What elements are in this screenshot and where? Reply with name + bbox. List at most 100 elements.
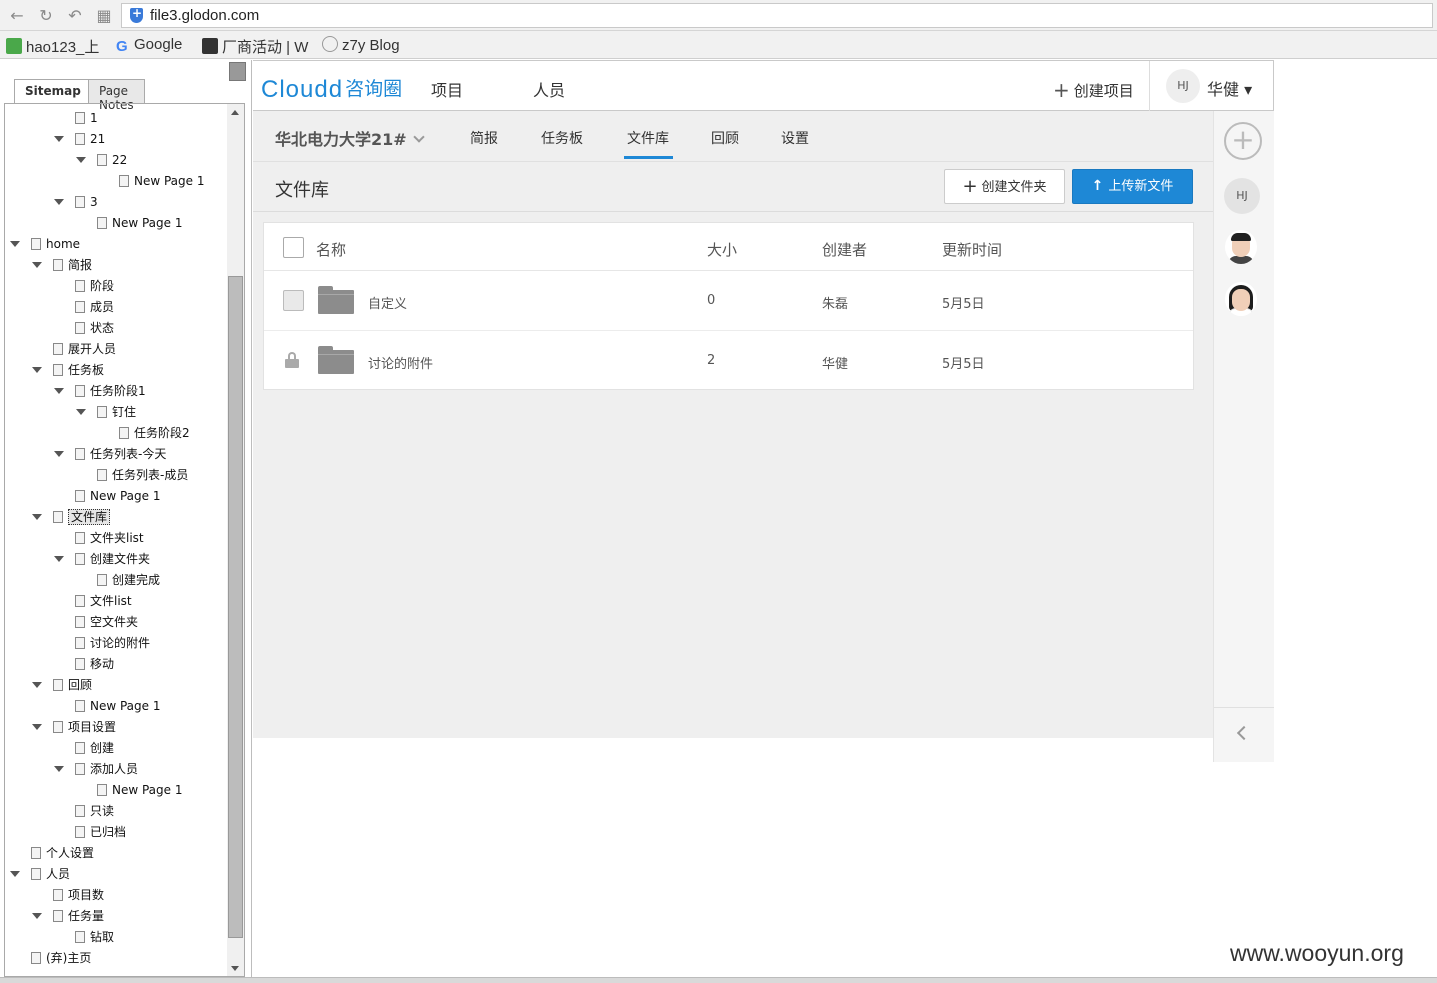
create-project-button[interactable]: + 创建项目	[1053, 78, 1134, 102]
expand-triangle-icon[interactable]	[54, 199, 64, 205]
tab-sitemap[interactable]: Sitemap	[14, 79, 92, 104]
sitemap-node[interactable]: 已归档	[75, 822, 126, 842]
sitemap-node[interactable]: 钉住	[76, 402, 136, 422]
column-header-size[interactable]: 大小	[707, 239, 737, 260]
sitemap-node[interactable]: New Page 1	[75, 486, 161, 506]
sitemap-node[interactable]: 文件库	[32, 507, 111, 527]
select-all-checkbox[interactable]	[283, 237, 304, 258]
sitemap-node[interactable]: 成员	[75, 297, 114, 317]
sitemap-node[interactable]: (弃)主页	[31, 948, 91, 968]
chevron-left-icon[interactable]	[1236, 725, 1252, 741]
sitemap-node[interactable]: 移动	[75, 654, 114, 674]
sitemap-node[interactable]: 任务列表-今天	[54, 444, 166, 464]
expand-triangle-icon[interactable]	[54, 766, 64, 772]
sitemap-node[interactable]: 创建完成	[97, 570, 160, 590]
scroll-up-icon[interactable]	[231, 110, 239, 115]
sitemap-node[interactable]: New Page 1	[119, 171, 205, 191]
expand-triangle-icon[interactable]	[32, 514, 42, 520]
tab-page-notes[interactable]: Page Notes	[88, 79, 145, 112]
add-member-button[interactable]: +	[1224, 122, 1262, 160]
bookmark-hao123[interactable]: hao123_上	[6, 36, 99, 57]
upload-file-button[interactable]: ↑ 上传新文件	[1072, 169, 1193, 204]
expand-triangle-icon[interactable]	[32, 682, 42, 688]
bookmark-google[interactable]: G Google	[116, 36, 182, 55]
expand-triangle-icon[interactable]	[32, 724, 42, 730]
user-menu[interactable]: HJ 华健 ▾	[1149, 61, 1274, 111]
project-selector[interactable]: 华北电力大学21#	[275, 126, 425, 150]
sitemap-node[interactable]: 项目设置	[32, 717, 116, 737]
tab-brief[interactable]: 简报	[470, 128, 498, 148]
sitemap-node[interactable]: 任务列表-成员	[97, 465, 188, 485]
sitemap-node[interactable]: 任务阶段2	[119, 423, 190, 443]
collapse-panel-button[interactable]	[229, 62, 246, 81]
sitemap-node[interactable]: 空文件夹	[75, 612, 138, 632]
expand-triangle-icon[interactable]	[10, 871, 20, 877]
tab-settings[interactable]: 设置	[781, 128, 809, 148]
sitemap-node[interactable]: 阶段	[75, 276, 114, 296]
sitemap-node[interactable]: New Page 1	[97, 780, 183, 800]
sitemap-node[interactable]: 个人设置	[31, 843, 94, 863]
sitemap-node[interactable]: 1	[75, 108, 98, 128]
expand-triangle-icon[interactable]	[32, 913, 42, 919]
sitemap-node[interactable]: 文件夹list	[75, 528, 144, 548]
expand-triangle-icon[interactable]	[10, 241, 20, 247]
sitemap-node[interactable]: New Page 1	[75, 696, 161, 716]
sitemap-node[interactable]: 简报	[32, 255, 92, 275]
tab-taskboard[interactable]: 任务板	[541, 128, 583, 148]
expand-triangle-icon[interactable]	[54, 136, 64, 142]
expand-triangle-icon[interactable]	[32, 367, 42, 373]
sitemap-node[interactable]: 任务量	[32, 906, 104, 926]
expand-triangle-icon[interactable]	[54, 451, 64, 457]
scrollbar-thumb[interactable]	[228, 276, 243, 938]
sitemap-node[interactable]: 添加人员	[54, 759, 138, 779]
sitemap-node[interactable]: 文件list	[75, 591, 132, 611]
expand-triangle-icon[interactable]	[76, 409, 86, 415]
table-row[interactable]: 讨论的附件 2 华健 5月5日	[264, 331, 1193, 391]
sitemap-node[interactable]: 21	[54, 129, 105, 149]
sitemap-node[interactable]: 展开人员	[53, 339, 116, 359]
member-avatar-photo[interactable]	[1225, 282, 1257, 316]
tab-library[interactable]: 文件库	[627, 128, 669, 148]
file-name[interactable]: 自定义	[368, 293, 407, 312]
member-avatar-initials[interactable]: HJ	[1224, 178, 1260, 214]
sitemap-node[interactable]: 创建文件夹	[54, 549, 150, 569]
sitemap-node[interactable]: 任务阶段1	[54, 381, 146, 401]
undo-icon[interactable]: ↶	[65, 6, 85, 26]
sitemap-scrollbar[interactable]	[227, 104, 244, 976]
address-bar[interactable]: file3.glodon.com	[121, 3, 1433, 28]
column-header-creator[interactable]: 创建者	[822, 239, 867, 260]
create-folder-button[interactable]: + 创建文件夹	[944, 169, 1065, 204]
expand-triangle-icon[interactable]	[76, 157, 86, 163]
tab-review[interactable]: 回顾	[711, 128, 739, 148]
nav-projects[interactable]: 项目	[431, 77, 463, 101]
apps-grid-icon[interactable]: ▦	[94, 6, 114, 26]
nav-people[interactable]: 人员	[533, 77, 565, 101]
sitemap-node[interactable]: 创建	[75, 738, 114, 758]
sitemap-node[interactable]: 任务板	[32, 360, 104, 380]
row-checkbox[interactable]	[283, 290, 304, 311]
expand-triangle-icon[interactable]	[32, 262, 42, 268]
expand-triangle-icon[interactable]	[54, 556, 64, 562]
bookmark-vendor[interactable]: 厂商活动 | W	[202, 36, 308, 57]
sitemap-node[interactable]: 3	[54, 192, 98, 212]
sitemap-node[interactable]: 讨论的附件	[75, 633, 150, 653]
expand-triangle-icon[interactable]	[54, 388, 64, 394]
sitemap-node[interactable]: home	[10, 234, 80, 254]
sitemap-node[interactable]: 状态	[75, 318, 114, 338]
sitemap-node[interactable]: 项目数	[53, 885, 104, 905]
refresh-icon[interactable]: ↻	[36, 6, 56, 26]
column-header-name[interactable]: 名称	[316, 239, 346, 260]
bookmark-z7y[interactable]: z7y Blog	[322, 36, 400, 54]
sitemap-node[interactable]: 22	[76, 150, 127, 170]
sitemap-node[interactable]: 钻取	[75, 927, 114, 947]
sitemap-node[interactable]: 人员	[10, 864, 70, 884]
scroll-down-icon[interactable]	[231, 966, 239, 971]
logo[interactable]: Cloudd 咨询圈	[261, 74, 402, 103]
table-row[interactable]: 自定义 0 朱磊 5月5日	[264, 271, 1193, 331]
column-header-updated[interactable]: 更新时间	[942, 239, 1002, 260]
sitemap-node[interactable]: 只读	[75, 801, 114, 821]
file-name[interactable]: 讨论的附件	[368, 353, 433, 372]
sitemap-node[interactable]: New Page 1	[97, 213, 183, 233]
back-icon[interactable]: ←	[7, 6, 27, 26]
member-avatar-photo[interactable]	[1225, 230, 1257, 264]
